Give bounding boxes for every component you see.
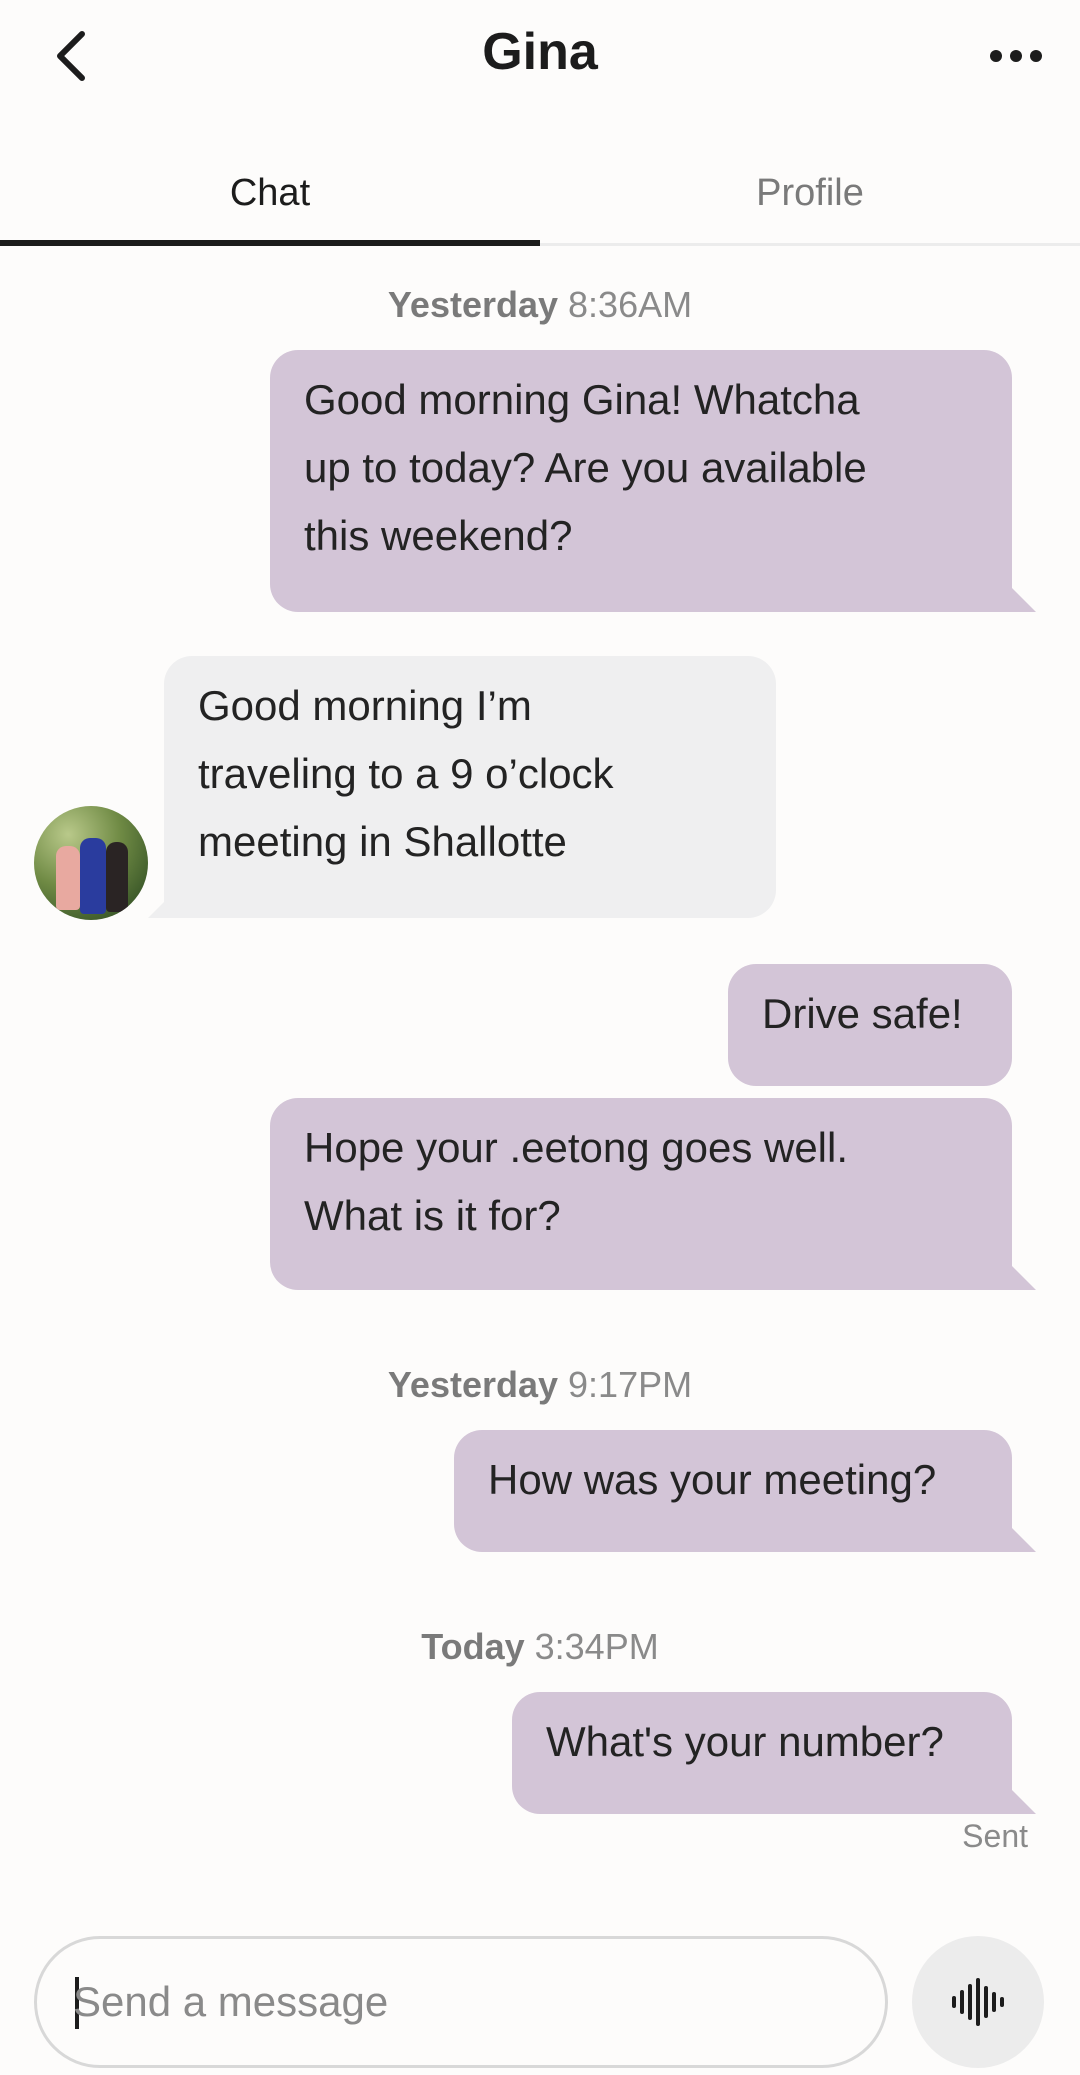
avatar[interactable] xyxy=(34,806,148,920)
outgoing-message-bubble[interactable]: Drive safe! xyxy=(728,964,1012,1086)
outgoing-message-bubble[interactable]: Good morning Gina! Whatcha up to today? … xyxy=(270,350,1012,612)
app-header: Gina xyxy=(0,0,1080,112)
outgoing-message-bubble[interactable]: What's your number? xyxy=(512,1692,1012,1814)
more-horizontal-icon xyxy=(990,50,1042,62)
timestamp-day: Yesterday xyxy=(387,284,559,325)
voice-message-button[interactable] xyxy=(912,1936,1044,2068)
avatar-figure xyxy=(56,846,80,910)
outgoing-message-bubble[interactable]: How was your meeting? xyxy=(454,1430,1012,1552)
timestamp-time: 9:17PM xyxy=(568,1364,693,1405)
chat-partner-name: Gina xyxy=(482,23,598,81)
message-timestamp: Today 3:34PM xyxy=(0,1626,1080,1668)
active-tab-indicator xyxy=(0,240,540,246)
timestamp-day: Today xyxy=(421,1626,525,1667)
bubble-tail xyxy=(1012,1266,1036,1290)
timestamp-time: 8:36AM xyxy=(568,284,693,325)
message-composer xyxy=(34,1936,888,2068)
outgoing-message-bubble[interactable]: Hope your .eetong goes well. What is it … xyxy=(270,1098,1012,1290)
message-input[interactable] xyxy=(73,1939,853,2065)
avatar-figure xyxy=(106,842,128,912)
message-timestamp: Yesterday 9:17PM xyxy=(0,1364,1080,1406)
avatar-figure xyxy=(80,838,106,914)
delivery-status: Sent xyxy=(962,1818,1028,1854)
tab-bar: Chat Profile xyxy=(0,140,1080,246)
incoming-message-bubble[interactable]: Good morning I’m traveling to a 9 o’cloc… xyxy=(164,656,776,918)
bubble-tail xyxy=(1012,588,1036,612)
timestamp-day: Yesterday xyxy=(387,1364,559,1405)
tab-chat[interactable]: Chat xyxy=(0,140,540,246)
bubble-tail xyxy=(1012,1528,1036,1552)
tab-profile[interactable]: Profile xyxy=(540,140,1080,246)
more-options-button[interactable] xyxy=(980,24,1052,88)
bubble-tail xyxy=(1012,1790,1036,1814)
voice-waveform-icon xyxy=(952,1978,1004,2026)
timestamp-time: 3:34PM xyxy=(534,1626,659,1667)
message-timestamp: Yesterday 8:36AM xyxy=(0,284,1080,326)
